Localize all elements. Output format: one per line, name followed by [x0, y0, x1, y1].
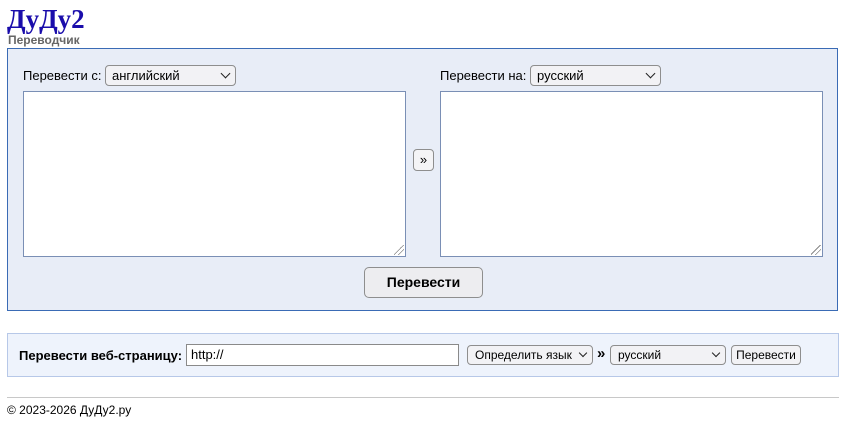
direction-arrow: » [597, 345, 606, 362]
chevron-down-icon [645, 68, 656, 79]
target-textarea[interactable] [440, 91, 823, 257]
web-target-language-select[interactable]: русский [610, 345, 726, 365]
swap-languages-button[interactable]: » [413, 149, 434, 171]
source-textarea[interactable] [23, 91, 406, 257]
detect-language-select[interactable]: Определить язык [467, 345, 593, 365]
web-translate-button[interactable]: Перевести [731, 345, 801, 365]
to-language-label: Перевести на: [440, 68, 527, 83]
footer-divider [7, 397, 839, 398]
chevron-down-icon [220, 68, 231, 79]
web-translate-bar: Перевести веб-страницу: http:// Определи… [7, 333, 839, 377]
detect-language-value: Определить язык [475, 348, 572, 362]
web-translate-label: Перевести веб-страницу: [19, 348, 183, 363]
chevron-down-icon [578, 348, 588, 358]
translate-button[interactable]: Перевести [364, 267, 483, 298]
site-logo[interactable]: ДуДу2 [7, 4, 85, 34]
resize-handle-icon[interactable] [394, 245, 404, 255]
to-language-select[interactable]: русский [530, 65, 661, 86]
from-language-value: английский [112, 68, 180, 83]
chevron-down-icon [711, 348, 721, 358]
translator-panel: Перевести с: английский Перевести на: ру… [7, 48, 838, 311]
from-language-select[interactable]: английский [105, 65, 236, 86]
web-target-language-value: русский [618, 348, 662, 362]
url-input[interactable]: http:// [186, 344, 459, 366]
resize-handle-icon[interactable] [811, 245, 821, 255]
footer-copyright: © 2023-2026 ДуДу2.ру [7, 403, 132, 417]
to-language-value: русский [537, 68, 584, 83]
from-language-label: Перевести с: [23, 68, 102, 83]
page-subtitle: Переводчик [8, 33, 80, 47]
